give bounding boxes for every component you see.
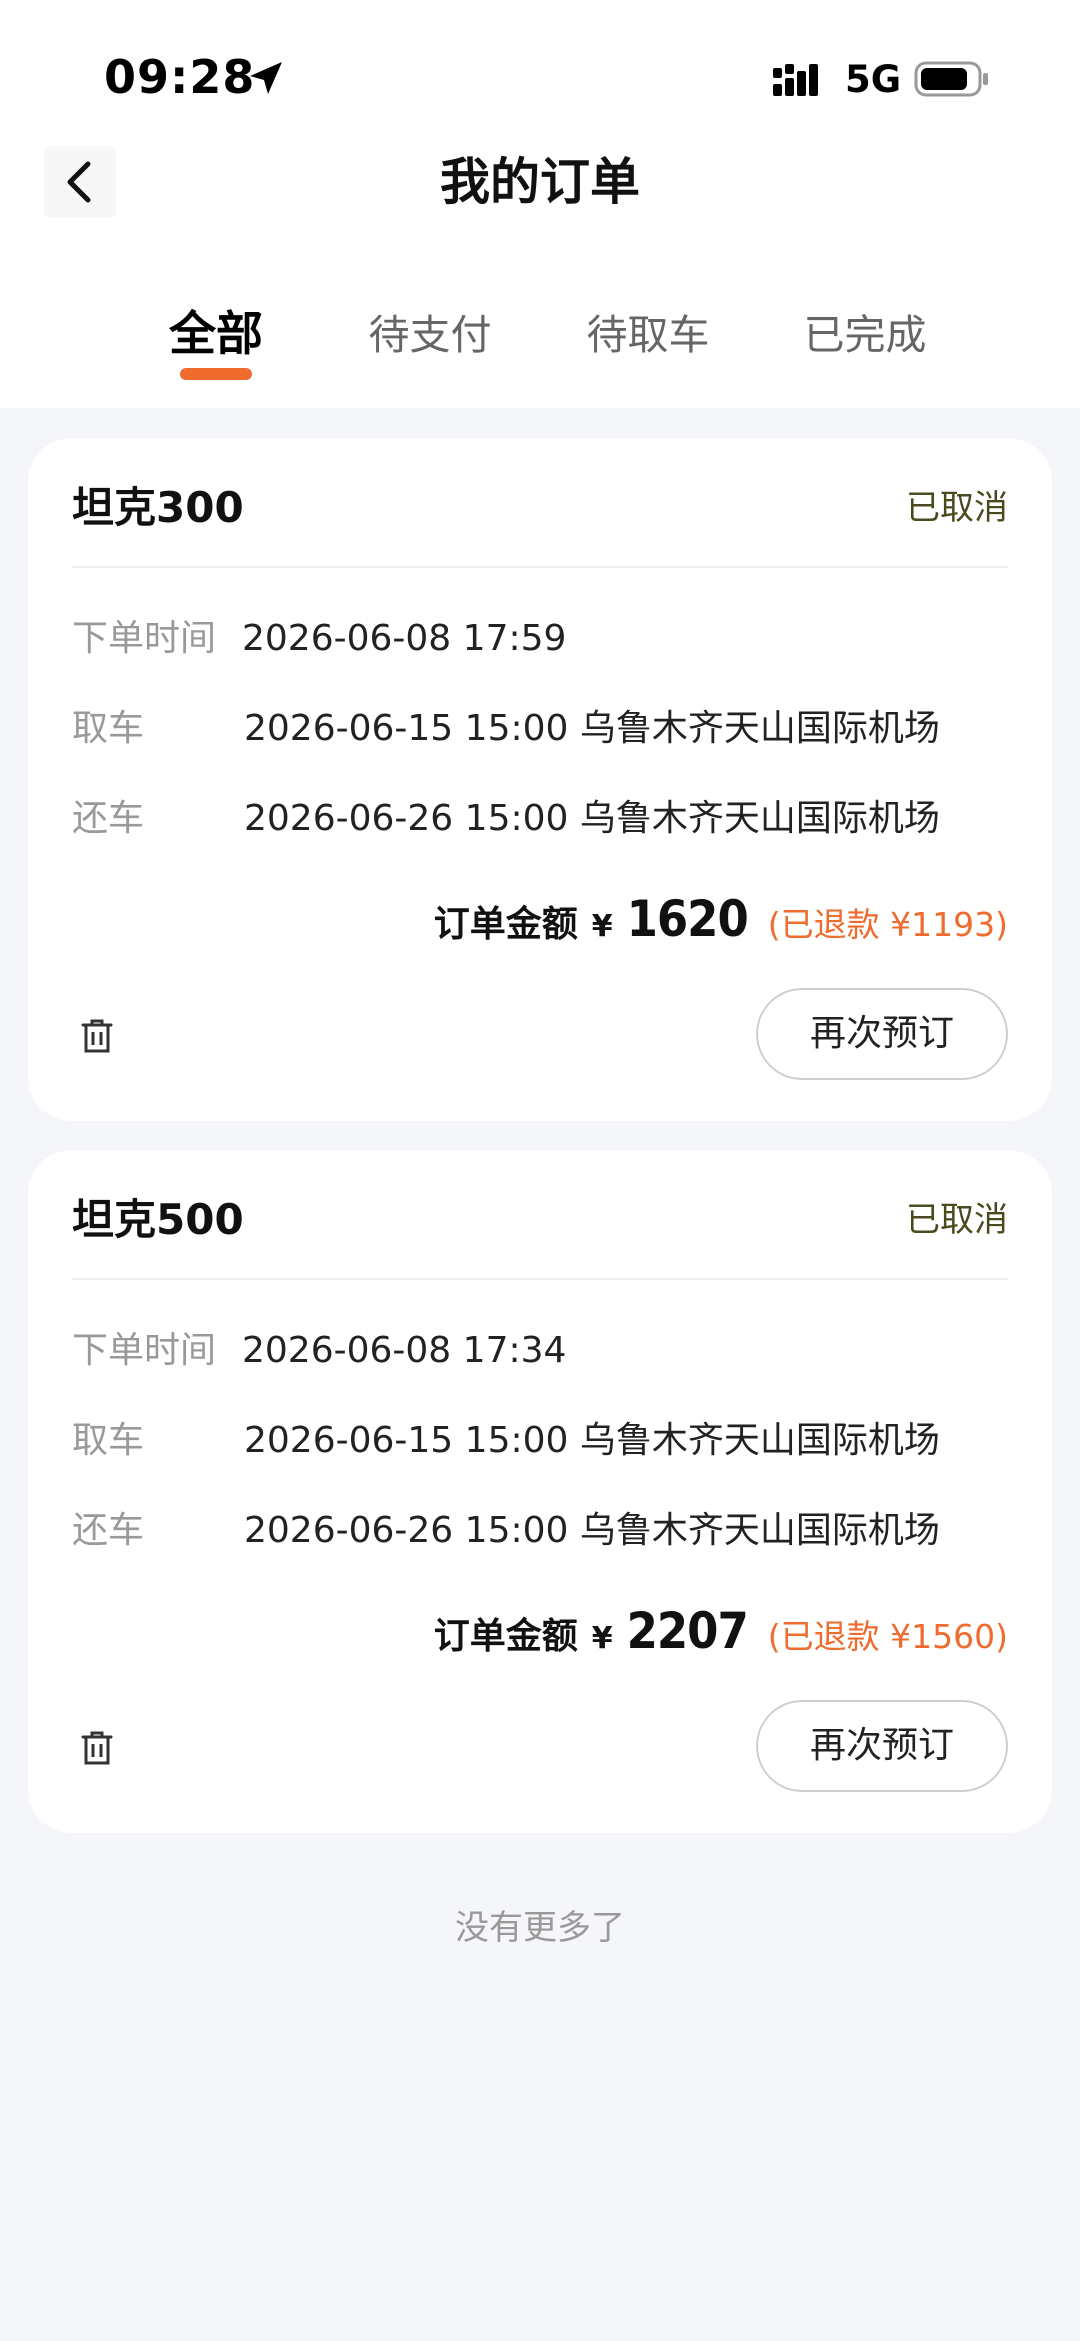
- order-time-value: 2026-06-08 17:59: [242, 618, 567, 659]
- tab-pending-pickup[interactable]: 待取车: [578, 290, 718, 380]
- card-divider: [72, 1278, 1008, 1280]
- trash-icon: [81, 1731, 113, 1765]
- order-card[interactable]: 坦克500 已取消 下单时间 2026-06-08 17:34 取车 2026-…: [28, 1150, 1052, 1833]
- tab-completed[interactable]: 已完成: [795, 290, 935, 380]
- amount-value: 2207: [626, 1602, 749, 1660]
- rebook-button[interactable]: 再次预订: [756, 988, 1008, 1080]
- order-time-label: 下单时间: [72, 618, 217, 659]
- amount-value: 1620: [626, 890, 749, 948]
- battery-icon: [914, 61, 988, 97]
- location-arrow-icon: [250, 62, 282, 94]
- car-model: 坦克300: [72, 483, 244, 532]
- order-amount-row: 订单金额 ¥ 1620 (已退款 ¥1193): [434, 890, 1008, 950]
- status-time: 09:28: [104, 50, 256, 104]
- tab-active-indicator: [180, 368, 252, 380]
- amount-label: 订单金额: [433, 1616, 578, 1657]
- chevron-left-icon: [67, 161, 91, 203]
- car-model: 坦克500: [72, 1195, 244, 1244]
- tab-pending-payment[interactable]: 待支付: [360, 290, 500, 380]
- pickup-value: 2026-06-15 15:00 乌鲁木齐天山国际机场: [244, 1420, 940, 1461]
- return-value: 2026-06-26 15:00 乌鲁木齐天山国际机场: [244, 1510, 940, 1551]
- card-divider: [72, 566, 1008, 568]
- pickup-value: 2026-06-15 15:00 乌鲁木齐天山国际机场: [244, 708, 940, 749]
- amount-label: 订单金额: [433, 904, 578, 945]
- rebook-button[interactable]: 再次预订: [756, 1700, 1008, 1792]
- currency-symbol: ¥: [591, 1621, 613, 1656]
- signal-icon: [773, 64, 818, 96]
- status-bar: 09:28 5G: [0, 0, 1080, 130]
- no-more-text: 没有更多了: [455, 1908, 625, 1948]
- order-status: 已取消: [906, 1200, 1008, 1240]
- pickup-label: 取车: [72, 1420, 145, 1461]
- return-label: 还车: [72, 1510, 145, 1551]
- return-value: 2026-06-26 15:00 乌鲁木齐天山国际机场: [244, 798, 940, 839]
- trash-icon: [81, 1019, 113, 1053]
- order-time-value: 2026-06-08 17:34: [242, 1330, 567, 1371]
- delete-order-button[interactable]: [72, 1006, 122, 1066]
- order-tabs: 全部 待支付 待取车 已完成: [0, 290, 1080, 390]
- back-button[interactable]: [44, 146, 116, 218]
- refund-note: (已退款 ¥1560): [767, 1617, 1008, 1656]
- tab-all[interactable]: 全部: [156, 290, 276, 380]
- pickup-label: 取车: [72, 708, 145, 749]
- refund-note: (已退款 ¥1193): [767, 905, 1008, 944]
- order-amount-row: 订单金额 ¥ 2207 (已退款 ¥1560): [434, 1602, 1008, 1662]
- order-status: 已取消: [906, 488, 1008, 528]
- order-card[interactable]: 坦克300 已取消 下单时间 2026-06-08 17:59 取车 2026-…: [28, 438, 1052, 1121]
- order-time-label: 下单时间: [72, 1330, 217, 1371]
- currency-symbol: ¥: [591, 909, 613, 944]
- delete-order-button[interactable]: [72, 1718, 122, 1778]
- network-type: 5G: [845, 58, 902, 101]
- return-label: 还车: [72, 798, 145, 839]
